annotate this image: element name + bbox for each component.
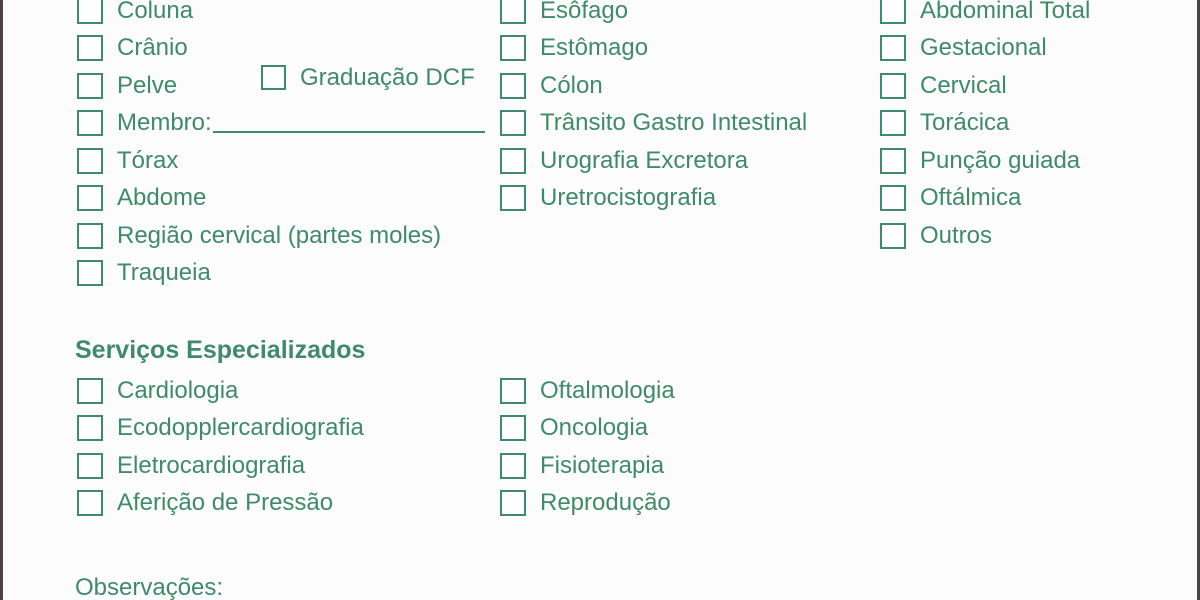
checkbox-outros[interactable]: [880, 222, 906, 249]
checkbox-row-cervical[interactable]: Cervical: [880, 67, 1090, 105]
checkbox-colon[interactable]: [500, 72, 526, 99]
checkbox-label-pelve: Pelve: [117, 71, 178, 99]
checkbox-row-traqueia[interactable]: Traqueia: [77, 255, 485, 293]
checkbox-row-uretrocistografia[interactable]: Uretrocistografia: [500, 180, 807, 218]
checkbox-label-torax: Tórax: [117, 146, 179, 174]
checkbox-row-ecodopplercardiografia[interactable]: Ecodopplercardiografia: [77, 410, 364, 448]
servicos-especializados-heading: Serviços Especializados: [75, 336, 366, 364]
checkbox-torax[interactable]: [77, 147, 103, 174]
checkbox-row-torax[interactable]: Tórax: [77, 142, 485, 180]
checkbox-puncao-guiada[interactable]: [880, 147, 906, 174]
checkbox-row-esofago[interactable]: Esôfago: [500, 0, 807, 30]
checkbox-cervical[interactable]: [880, 72, 906, 99]
checkbox-label-puncao-guiada: Punção guiada: [920, 146, 1081, 174]
checkbox-row-membro[interactable]: Membro:: [77, 105, 485, 143]
checkbox-label-urografia-excretora: Urografia Excretora: [540, 146, 749, 174]
checkbox-row-abdome[interactable]: Abdome: [77, 180, 485, 218]
checkbox-label-abdominal-total: Abdominal Total: [920, 0, 1091, 24]
checkbox-row-urografia-excretora[interactable]: Urografia Excretora: [500, 142, 807, 180]
checkbox-label-eletrocardiografia: Eletrocardiografia: [117, 451, 306, 479]
exam-column-3: Abdominal Total Gestacional Cervical Tor…: [880, 0, 1090, 255]
exam-column-1: Coluna Crânio Pelve Membro: Tórax Abdome…: [77, 0, 485, 292]
exam-column-2: Esôfago Estômago Cólon Trânsito Gastro I…: [500, 0, 807, 217]
checkbox-row-afericao-de-pressao[interactable]: Aferição de Pressão: [77, 485, 364, 523]
checkbox-coluna[interactable]: [77, 0, 103, 24]
checkbox-label-oftalmica: Oftálmica: [920, 184, 1022, 212]
checkbox-row-regiao-cervical[interactable]: Região cervical (partes moles): [77, 217, 485, 255]
checkbox-eletrocardiografia[interactable]: [77, 452, 103, 479]
checkbox-label-outros: Outros: [920, 221, 993, 249]
checkbox-label-toracica: Torácica: [920, 109, 1010, 137]
checkbox-cardiologia[interactable]: [77, 377, 103, 404]
checkbox-oftalmologia[interactable]: [500, 377, 526, 404]
checkbox-row-eletrocardiografia[interactable]: Eletrocardiografia: [77, 447, 364, 485]
checkbox-row-oftalmologia[interactable]: Oftalmologia: [500, 372, 675, 410]
checkbox-oftalmica[interactable]: [880, 185, 906, 212]
checkbox-ecodopplercardiografia[interactable]: [77, 415, 103, 442]
checkbox-gestacional[interactable]: [880, 35, 906, 62]
checkbox-label-fisioterapia: Fisioterapia: [540, 451, 665, 479]
checkbox-fisioterapia[interactable]: [500, 452, 526, 479]
checkbox-label-gestacional: Gestacional: [920, 34, 1047, 62]
checkbox-label-coluna: Coluna: [117, 0, 194, 24]
checkbox-transito-gastro-intestinal[interactable]: [500, 110, 526, 137]
checkbox-label-graduacao-dcf: Graduação DCF: [300, 63, 475, 91]
checkbox-row-oftalmica[interactable]: Oftálmica: [880, 180, 1090, 218]
checkbox-urografia-excretora[interactable]: [500, 147, 526, 174]
checkbox-label-estomago: Estômago: [540, 34, 649, 62]
checkbox-label-colon: Cólon: [540, 71, 603, 99]
checkbox-label-uretrocistografia: Uretrocistografia: [540, 184, 717, 212]
checkbox-toracica[interactable]: [880, 110, 906, 137]
checkbox-row-gestacional[interactable]: Gestacional: [880, 30, 1090, 68]
checkbox-label-esofago: Esôfago: [540, 0, 629, 24]
checkbox-row-fisioterapia[interactable]: Fisioterapia: [500, 447, 675, 485]
servicos-column-1: Cardiologia Ecodopplercardiografia Eletr…: [77, 372, 364, 522]
checkbox-row-transito-gastro-intestinal[interactable]: Trânsito Gastro Intestinal: [500, 105, 807, 143]
checkbox-row-graduacao-dcf[interactable]: Graduação DCF: [261, 59, 475, 97]
checkbox-abdome[interactable]: [77, 185, 103, 212]
servicos-column-2: Oftalmologia Oncologia Fisioterapia Repr…: [500, 372, 675, 522]
checkbox-row-outros[interactable]: Outros: [880, 217, 1090, 255]
checkbox-reproducao[interactable]: [500, 490, 526, 517]
checkbox-label-transito-gastro-intestinal: Trânsito Gastro Intestinal: [540, 109, 808, 137]
checkbox-row-colon[interactable]: Cólon: [500, 67, 807, 105]
checkbox-label-abdome: Abdome: [117, 184, 207, 212]
checkbox-cranio[interactable]: [77, 35, 103, 62]
checkbox-row-oncologia[interactable]: Oncologia: [500, 410, 675, 448]
checkbox-uretrocistografia[interactable]: [500, 185, 526, 212]
checkbox-label-cranio: Crânio: [117, 34, 188, 62]
checkbox-estomago[interactable]: [500, 35, 526, 62]
checkbox-label-membro: Membro:: [117, 109, 212, 137]
checkbox-label-ecodopplercardiografia: Ecodopplercardiografia: [117, 414, 364, 442]
veterinary-request-form: Coluna Crânio Pelve Membro: Tórax Abdome…: [0, 0, 1200, 600]
checkbox-esofago[interactable]: [500, 0, 526, 24]
observacoes-label: Observações:: [75, 574, 224, 600]
checkbox-label-reproducao: Reprodução: [540, 489, 671, 517]
checkbox-row-abdominal-total[interactable]: Abdominal Total: [880, 0, 1090, 30]
checkbox-row-cardiologia[interactable]: Cardiologia: [77, 372, 364, 410]
checkbox-label-oncologia: Oncologia: [540, 414, 649, 442]
checkbox-pelve[interactable]: [77, 72, 103, 99]
membro-write-in-field[interactable]: [212, 114, 485, 133]
checkbox-abdominal-total[interactable]: [880, 0, 906, 24]
checkbox-row-toracica[interactable]: Torácica: [880, 105, 1090, 143]
checkbox-traqueia[interactable]: [77, 260, 103, 287]
checkbox-row-puncao-guiada[interactable]: Punção guiada: [880, 142, 1090, 180]
checkbox-label-oftalmologia: Oftalmologia: [540, 376, 675, 404]
checkbox-label-regiao-cervical: Região cervical (partes moles): [117, 221, 442, 249]
checkbox-row-coluna[interactable]: Coluna: [77, 0, 485, 30]
checkbox-row-estomago[interactable]: Estômago: [500, 30, 807, 68]
checkbox-label-cervical: Cervical: [920, 71, 1007, 99]
checkbox-membro[interactable]: [77, 110, 103, 137]
checkbox-label-traqueia: Traqueia: [117, 259, 211, 287]
checkbox-label-cardiologia: Cardiologia: [117, 376, 239, 404]
checkbox-label-afericao-de-pressao: Aferição de Pressão: [117, 489, 334, 517]
checkbox-oncologia[interactable]: [500, 415, 526, 442]
checkbox-graduacao-dcf[interactable]: [261, 65, 286, 91]
checkbox-row-reproducao[interactable]: Reprodução: [500, 485, 675, 523]
checkbox-afericao-de-pressao[interactable]: [77, 490, 103, 517]
checkbox-regiao-cervical[interactable]: [77, 222, 103, 249]
